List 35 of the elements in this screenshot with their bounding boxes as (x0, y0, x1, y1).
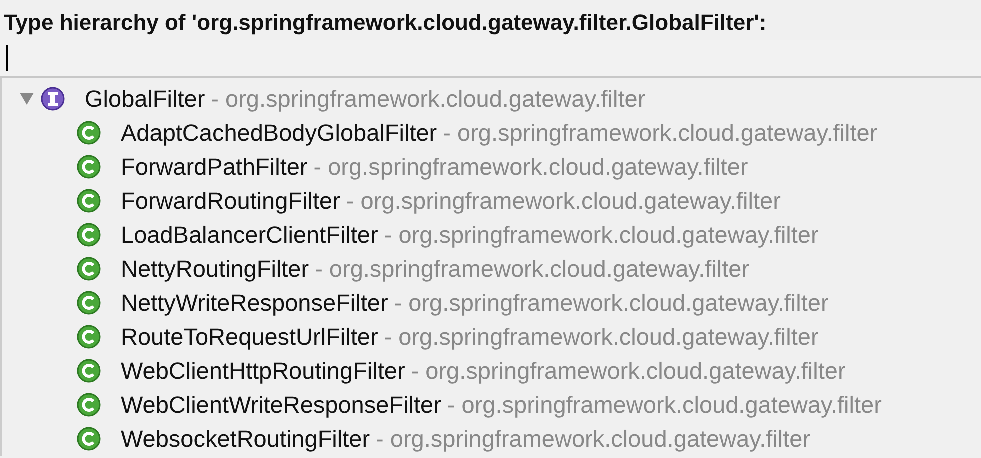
class-icon (76, 188, 102, 214)
package-name: - org.springframework.cloud.gateway.filter (447, 392, 882, 418)
type-name[interactable]: WebClientWriteResponseFilter (121, 392, 442, 418)
class-icon (76, 154, 102, 180)
class-icon (76, 358, 102, 384)
class-icon (76, 120, 102, 146)
package-name: - org.springframework.cloud.gateway.filter (384, 222, 819, 248)
package-name: - org.springframework.cloud.gateway.filter (346, 188, 781, 214)
interface-icon (40, 86, 66, 112)
type-name[interactable]: ForwardPathFilter (121, 154, 308, 180)
type-name[interactable]: ForwardRoutingFilter (121, 188, 340, 214)
package-name: - org.springframework.cloud.gateway.filter (315, 256, 750, 282)
package-name: - org.springframework.cloud.gateway.filter (211, 86, 646, 112)
package-name: - org.springframework.cloud.gateway.filter (394, 290, 829, 316)
expand-triangle-icon[interactable] (20, 93, 34, 105)
type-name[interactable]: WebClientHttpRoutingFilter (121, 358, 406, 384)
class-icon (76, 324, 102, 350)
type-name[interactable]: AdaptCachedBodyGlobalFilter (121, 120, 438, 146)
class-icon (76, 222, 102, 248)
class-icon (76, 426, 102, 452)
class-icon (76, 290, 102, 316)
package-name: - org.springframework.cloud.gateway.filter (376, 426, 811, 452)
class-icon (76, 256, 102, 282)
class-icon (76, 392, 102, 418)
package-name: - org.springframework.cloud.gateway.filter (384, 324, 819, 350)
type-name[interactable]: WebsocketRoutingFilter (121, 426, 370, 452)
type-name[interactable]: LoadBalancerClientFilter (121, 222, 378, 248)
type-name[interactable]: NettyWriteResponseFilter (121, 290, 388, 316)
type-name[interactable]: NettyRoutingFilter (121, 256, 310, 282)
package-name: - org.springframework.cloud.gateway.filter (411, 358, 846, 384)
package-name: - org.springframework.cloud.gateway.filter (443, 120, 878, 146)
type-name[interactable]: RouteToRequestUrlFilter (121, 324, 378, 350)
type-name[interactable]: GlobalFilter (85, 86, 206, 112)
package-name: - org.springframework.cloud.gateway.filter (314, 154, 748, 180)
dialog-title: Type hierarchy of 'org.springframework.cloud.gateway.filter.GlobalFilter': (3, 9, 768, 37)
